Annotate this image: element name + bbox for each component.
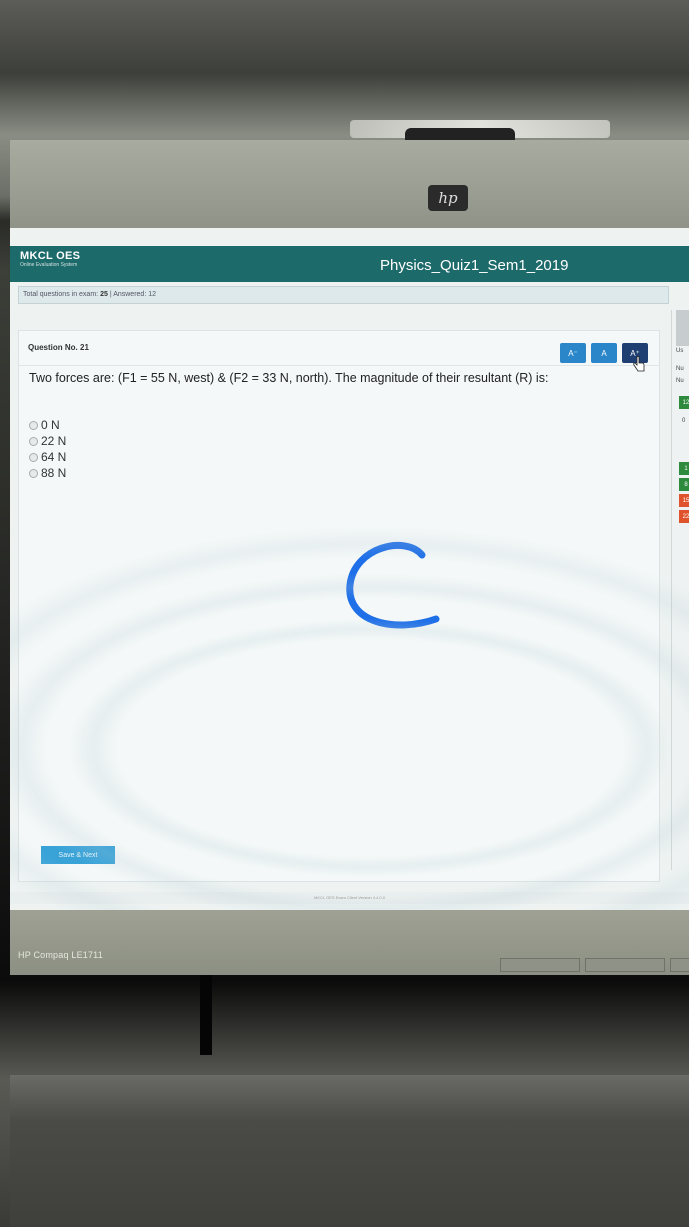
monitor-cable bbox=[200, 975, 212, 1055]
question-nav-1[interactable]: 1 bbox=[679, 462, 689, 475]
hand-cursor-icon bbox=[633, 356, 645, 372]
option-3[interactable]: 88 N bbox=[29, 465, 66, 481]
answered-count-chip: 12 bbox=[679, 396, 689, 409]
monitor-screen: MKCL OES Online Evaluation System Physic… bbox=[10, 228, 689, 910]
right-panel-line1: Nu bbox=[676, 366, 684, 372]
exam-title: Physics_Quiz1_Sem1_2019 bbox=[380, 257, 569, 274]
footer-strip: MKCL OES Exam Client Version 4.4.0.0 bbox=[10, 892, 689, 904]
total-value: 25 bbox=[100, 291, 108, 298]
handwritten-c-mark bbox=[346, 542, 440, 629]
option-label: 0 N bbox=[41, 418, 60, 432]
monitor-button-plus[interactable] bbox=[670, 958, 689, 972]
brand-subtitle: Online Evaluation System bbox=[20, 262, 78, 268]
option-2[interactable]: 64 N bbox=[29, 449, 66, 465]
question-nav-8[interactable]: 8 bbox=[679, 478, 689, 491]
answered-value: 12 bbox=[148, 291, 157, 298]
question-nav-22[interactable]: 22 bbox=[679, 510, 689, 523]
question-nav-15[interactable]: 15 bbox=[679, 494, 689, 507]
option-1[interactable]: 22 N bbox=[29, 433, 66, 449]
monitor-bezel-bottom: HP Compaq LE1711 bbox=[10, 910, 689, 975]
answered-label: | Answered: bbox=[109, 291, 147, 298]
save-next-button[interactable]: Save & Next bbox=[41, 846, 115, 864]
candidate-photo bbox=[676, 310, 689, 346]
option-radio[interactable] bbox=[29, 452, 38, 462]
right-panel-stat: 0 bbox=[682, 418, 686, 424]
option-radio[interactable] bbox=[29, 436, 38, 446]
right-panel-line2: Nu bbox=[676, 378, 684, 384]
question-panel: Question No. 21 A⁻ A A⁺ Two forces are: … bbox=[18, 330, 660, 882]
brand-name: MKCL OES bbox=[20, 250, 81, 262]
font-decrease-button[interactable]: A⁻ bbox=[560, 343, 586, 363]
monitor-bezel-top: hp bbox=[10, 140, 689, 230]
right-panel-header: Us bbox=[676, 348, 684, 354]
hp-logo: hp bbox=[428, 185, 468, 211]
option-0[interactable]: 0 N bbox=[29, 417, 66, 433]
option-label: 22 N bbox=[41, 434, 67, 448]
app-header: MKCL OES Online Evaluation System Physic… bbox=[10, 246, 689, 282]
monitor-button-minus[interactable] bbox=[585, 958, 665, 972]
question-text: Two forces are: (F1 = 55 N, west) & (F2 … bbox=[29, 371, 549, 385]
option-label: 88 N bbox=[41, 466, 67, 480]
brand: MKCL OES Online Evaluation System bbox=[20, 250, 80, 268]
monitor-model-label: HP Compaq LE1711 bbox=[18, 950, 103, 960]
option-label: 64 N bbox=[41, 450, 67, 464]
monitor-button-menu[interactable] bbox=[500, 958, 580, 972]
right-question-panel: Us Nu Nu 12 0 1 8 15 22 bbox=[671, 310, 689, 870]
question-number: Question No. 21 bbox=[28, 343, 89, 352]
font-normal-button[interactable]: A bbox=[591, 343, 617, 363]
question-divider bbox=[19, 365, 659, 366]
desk-surface bbox=[10, 1075, 689, 1227]
exam-summary-bar: Total questions in exam: 25 | Answered: … bbox=[18, 286, 669, 304]
option-radio[interactable] bbox=[29, 420, 38, 430]
options-list: 0 N 22 N 64 N 88 N bbox=[29, 417, 66, 481]
total-label: Total questions in exam: bbox=[23, 291, 99, 298]
option-radio[interactable] bbox=[29, 468, 38, 478]
